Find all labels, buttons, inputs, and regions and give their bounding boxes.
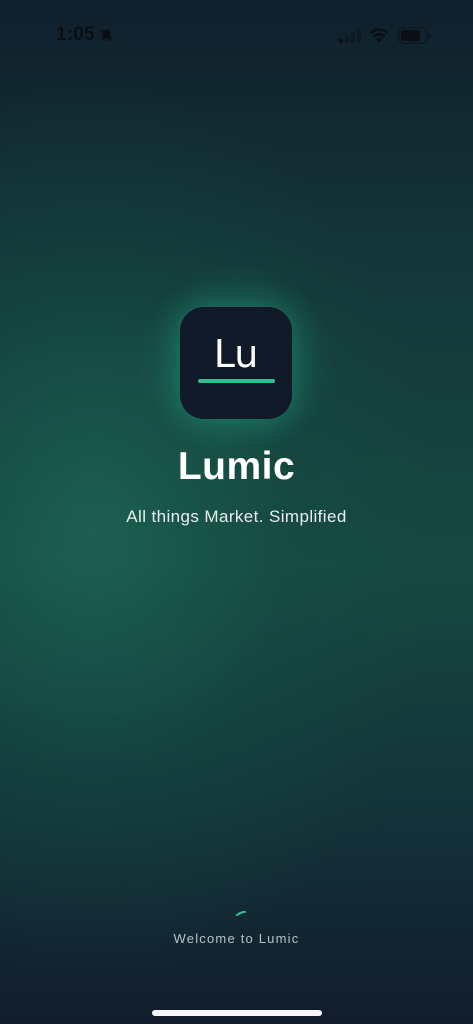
- battery-icon: [398, 27, 431, 44]
- status-bar: 1:05: [0, 0, 473, 72]
- status-time: 1:05: [56, 24, 95, 45]
- splash-screen: 1:05 Lu Lumic All things Market. Simplif…: [0, 0, 473, 1024]
- app-tagline: All things Market. Simplified: [126, 507, 347, 526]
- status-time-group: 1:05: [56, 24, 114, 46]
- home-indicator[interactable]: [152, 1010, 322, 1016]
- loading-spinner-icon: [236, 911, 246, 916]
- app-logo-text: Lu: [213, 332, 259, 376]
- bell-silent-icon: [100, 28, 113, 42]
- app-logo-underline: [198, 379, 275, 383]
- cellular-signal-icon: [339, 29, 361, 43]
- app-logo: Lu: [180, 307, 292, 419]
- app-name: Lumic: [177, 445, 296, 488]
- wifi-icon: [369, 28, 389, 43]
- loading-text: Welcome to Lumic: [173, 931, 300, 946]
